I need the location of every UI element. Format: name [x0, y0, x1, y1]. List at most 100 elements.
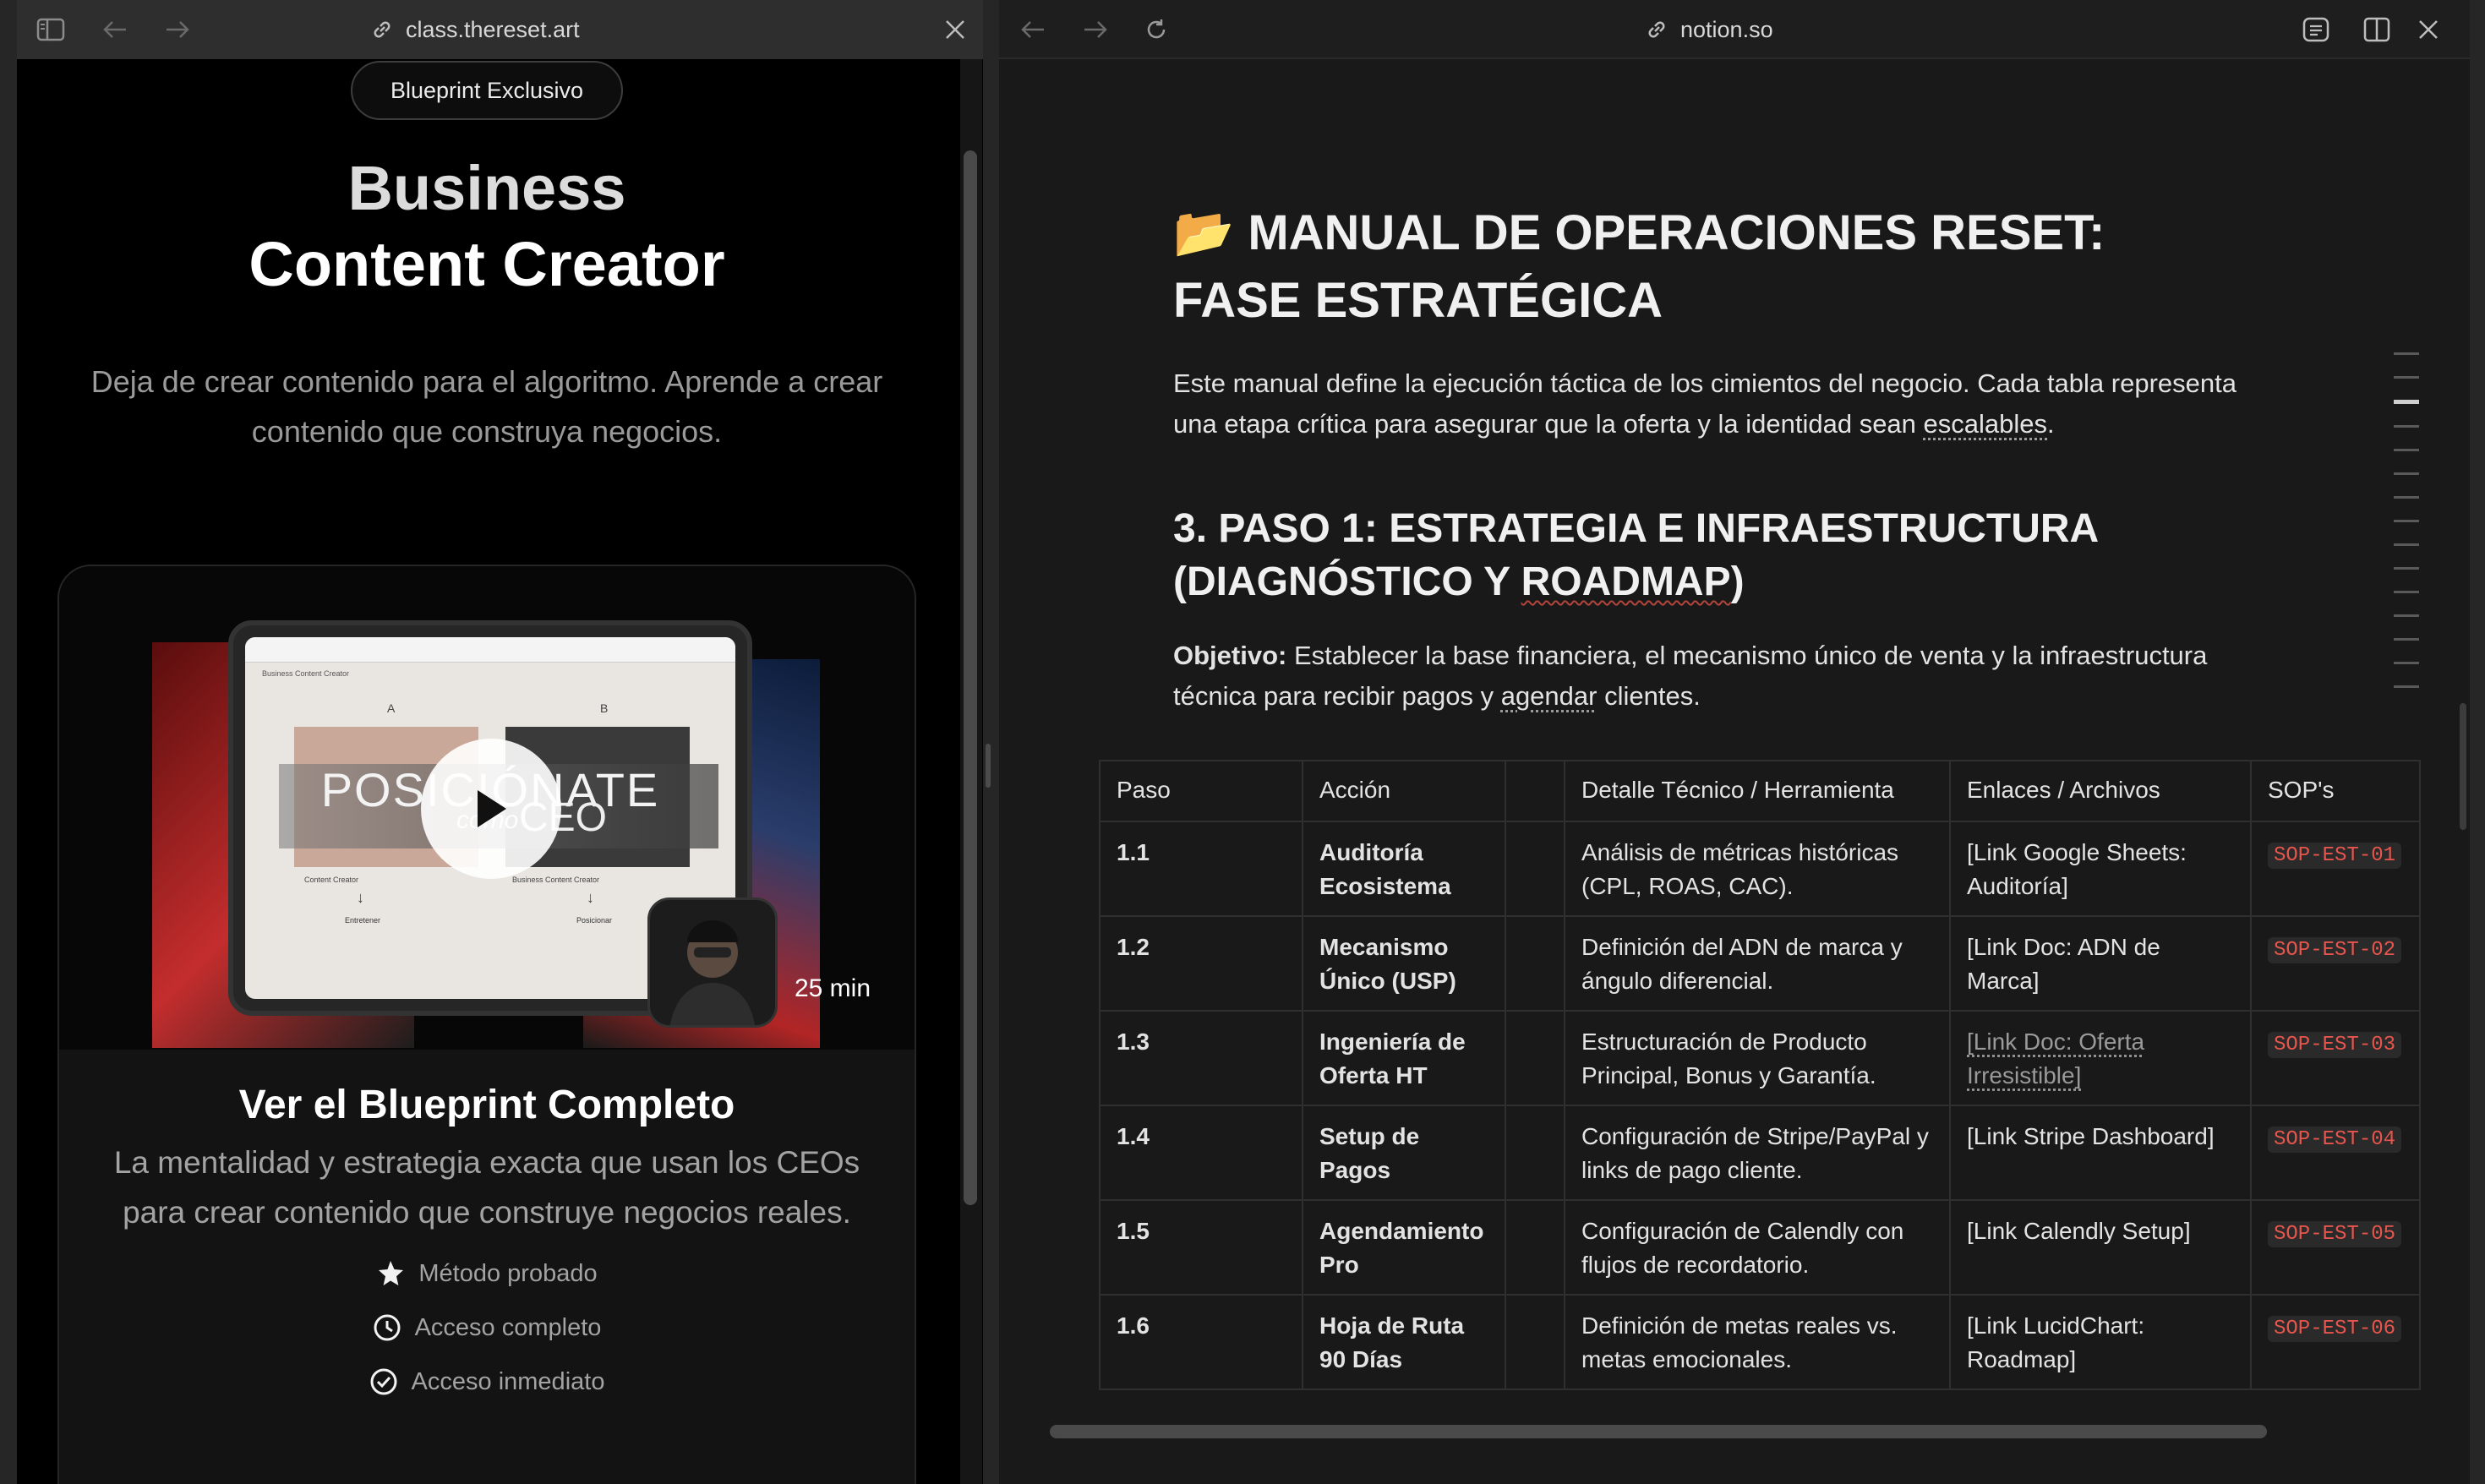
- close-icon[interactable]: [2416, 17, 2441, 42]
- cell-sop[interactable]: SOP-EST-05: [2250, 1199, 2421, 1296]
- card-title: Ver el Blueprint Completo: [238, 1083, 735, 1127]
- cell-sop[interactable]: SOP-EST-02: [2250, 915, 2421, 1012]
- sop-code: SOP-EST-02: [2268, 937, 2402, 963]
- page-title-line2: Content Creator: [248, 229, 725, 299]
- cell-paso[interactable]: 1.4: [1099, 1105, 1303, 1201]
- left-scrollbar-thumb[interactable]: [964, 150, 977, 1205]
- address-bar[interactable]: notion.so: [1645, 0, 1773, 59]
- feature-item-access: Acceso completo: [59, 1313, 915, 1342]
- right-scrollbar-thumb[interactable]: [2460, 703, 2466, 830]
- table-row: 1.1 Auditoría Ecosistema Análisis de mét…: [1099, 821, 2421, 917]
- sop-code: SOP-EST-04: [2268, 1127, 2402, 1153]
- forward-arrow-icon[interactable]: [161, 17, 194, 42]
- folder-icon: 📂: [1173, 205, 1235, 260]
- cell-empty[interactable]: [1505, 1105, 1565, 1201]
- play-icon: [478, 790, 506, 827]
- play-button[interactable]: [421, 739, 561, 879]
- forward-arrow-icon[interactable]: [1079, 17, 1112, 42]
- split-divider-handle[interactable]: [986, 744, 991, 788]
- table-row: 1.2 Mecanismo Único (USP) Definición del…: [1099, 915, 2421, 1012]
- slide-header: Business Content Creator: [262, 669, 350, 678]
- cell-detalle[interactable]: Configuración de Stripe/PayPal y links d…: [1564, 1105, 1951, 1201]
- cell-empty[interactable]: [1505, 915, 1565, 1012]
- table-of-contents[interactable]: [2394, 352, 2419, 709]
- table-row: 1.3 Ingeniería de Oferta HT Estructuraci…: [1099, 1010, 2421, 1106]
- cell-sop[interactable]: SOP-EST-01: [2250, 821, 2421, 917]
- reload-icon[interactable]: [1141, 15, 1172, 44]
- cell-enlace[interactable]: [Link Doc: Oferta Irresistible]: [1949, 1010, 2252, 1106]
- address-text: class.thereset.art: [406, 16, 580, 42]
- slide-bottom-a: Entretener: [345, 916, 381, 925]
- feature-item-immediate: Acceso inmediato: [59, 1367, 915, 1396]
- video-thumbnail[interactable]: Business Content Creator A B POSICIÓNATE…: [59, 566, 915, 1050]
- cell-sop[interactable]: SOP-EST-03: [2250, 1010, 2421, 1106]
- slide-label-a: Content Creator: [304, 876, 359, 884]
- cell-paso[interactable]: 1.3: [1099, 1010, 1303, 1106]
- back-arrow-icon[interactable]: [98, 17, 132, 42]
- cell-enlace[interactable]: [Link Stripe Dashboard]: [1949, 1105, 2252, 1201]
- sidebar-toggle-icon[interactable]: [36, 17, 66, 42]
- landing-page: Blueprint Exclusivo Business Content Cre…: [17, 59, 957, 1484]
- section-heading-word: ROADMAP: [1521, 559, 1731, 604]
- cell-enlace[interactable]: [Link Calendly Setup]: [1949, 1199, 2252, 1296]
- link-icon: [374, 21, 390, 38]
- check-circle-icon: [370, 1368, 397, 1395]
- cell-enlace[interactable]: [Link Doc: ADN de Marca]: [1949, 915, 2252, 1012]
- cell-accion[interactable]: Auditoría Ecosistema: [1302, 821, 1506, 917]
- cell-paso[interactable]: 1.1: [1099, 821, 1303, 917]
- cell-paso[interactable]: 1.6: [1099, 1294, 1303, 1390]
- table-row: 1.4 Setup de Pagos Configuración de Stri…: [1099, 1105, 2421, 1201]
- back-arrow-icon[interactable]: [1016, 17, 1050, 42]
- reader-mode-icon[interactable]: [2301, 15, 2331, 44]
- intro-text: Este manual define la ejecución táctica …: [1173, 368, 2236, 439]
- cell-detalle[interactable]: Estructuración de Producto Principal, Bo…: [1564, 1010, 1951, 1106]
- cell-detalle[interactable]: Análisis de métricas históricas (CPL, RO…: [1564, 821, 1951, 917]
- cell-detalle[interactable]: Definición del ADN de marca y ángulo dif…: [1564, 915, 1951, 1012]
- cell-accion[interactable]: Ingeniería de Oferta HT: [1302, 1010, 1506, 1106]
- cell-empty[interactable]: [1505, 1294, 1565, 1390]
- intro-link: escalables: [1923, 409, 2048, 439]
- table-row: 1.5 Agendamiento Pro Configuración de Ca…: [1099, 1199, 2421, 1296]
- sop-code: SOP-EST-05: [2268, 1221, 2402, 1247]
- doc-title-text: MANUAL DE OPERACIONES RESET: FASE ESTRAT…: [1173, 205, 2105, 328]
- feature-item-method: Método probado: [59, 1259, 915, 1288]
- table-header-row: Paso Acción Detalle Técnico / Herramient…: [1099, 760, 2421, 822]
- cell-empty[interactable]: [1505, 1010, 1565, 1106]
- cell-empty[interactable]: [1505, 1199, 1565, 1296]
- cell-sop[interactable]: SOP-EST-06: [2250, 1294, 2421, 1390]
- card-description: La mentalidad y estrategia exacta que us…: [113, 1145, 860, 1230]
- star-icon: [379, 1261, 404, 1285]
- col-header: Acción: [1302, 760, 1506, 822]
- horizontal-scrollbar[interactable]: [1050, 1425, 2267, 1438]
- blueprint-badge: Blueprint Exclusivo: [351, 61, 623, 120]
- page-title-line1: Business: [347, 153, 626, 223]
- cell-sop[interactable]: SOP-EST-04: [2250, 1105, 2421, 1201]
- address-text: notion.so: [1680, 16, 1773, 42]
- cell-paso[interactable]: 1.5: [1099, 1199, 1303, 1296]
- video-card: Business Content Creator A B POSICIÓNATE…: [57, 565, 916, 1484]
- split-view-icon[interactable]: [2362, 15, 2392, 44]
- cell-empty[interactable]: [1505, 821, 1565, 917]
- sop-code: SOP-EST-03: [2268, 1032, 2402, 1058]
- cell-enlace[interactable]: [Link LucidChart: Roadmap]: [1949, 1294, 2252, 1390]
- cell-accion[interactable]: Hoja de Ruta 90 Días: [1302, 1294, 1506, 1390]
- right-browser-window: notion.so 📂 MANUAL DE OPERACIONES RESET:…: [999, 0, 2470, 1484]
- notion-page: 📂 MANUAL DE OPERACIONES RESET: FASE ESTR…: [999, 61, 2470, 1484]
- cell-accion[interactable]: Setup de Pagos: [1302, 1105, 1506, 1201]
- cell-accion[interactable]: Mecanismo Único (USP): [1302, 915, 1506, 1012]
- cell-enlace[interactable]: [Link Google Sheets: Auditoría]: [1949, 821, 2252, 917]
- close-icon[interactable]: [942, 17, 968, 42]
- cell-paso[interactable]: 1.2: [1099, 915, 1303, 1012]
- link-icon: [1648, 21, 1665, 38]
- objective-paragraph: Objetivo: Establecer la base financiera,…: [1173, 636, 2272, 717]
- col-header: Enlaces / Archivos: [1949, 760, 2252, 822]
- cell-detalle[interactable]: Configuración de Calendly con flujos de …: [1564, 1199, 1951, 1296]
- slide-col-b: B: [600, 701, 609, 715]
- slide-col-a: A: [387, 701, 396, 715]
- address-bar[interactable]: class.thereset.art: [370, 0, 580, 59]
- cell-detalle[interactable]: Definición de metas reales vs. metas emo…: [1564, 1294, 1951, 1390]
- objective-label: Objetivo:: [1173, 641, 1287, 670]
- cell-accion[interactable]: Agendamiento Pro: [1302, 1199, 1506, 1296]
- left-scrollbar[interactable]: [960, 59, 982, 1484]
- right-toolbar: notion.so: [999, 0, 2470, 59]
